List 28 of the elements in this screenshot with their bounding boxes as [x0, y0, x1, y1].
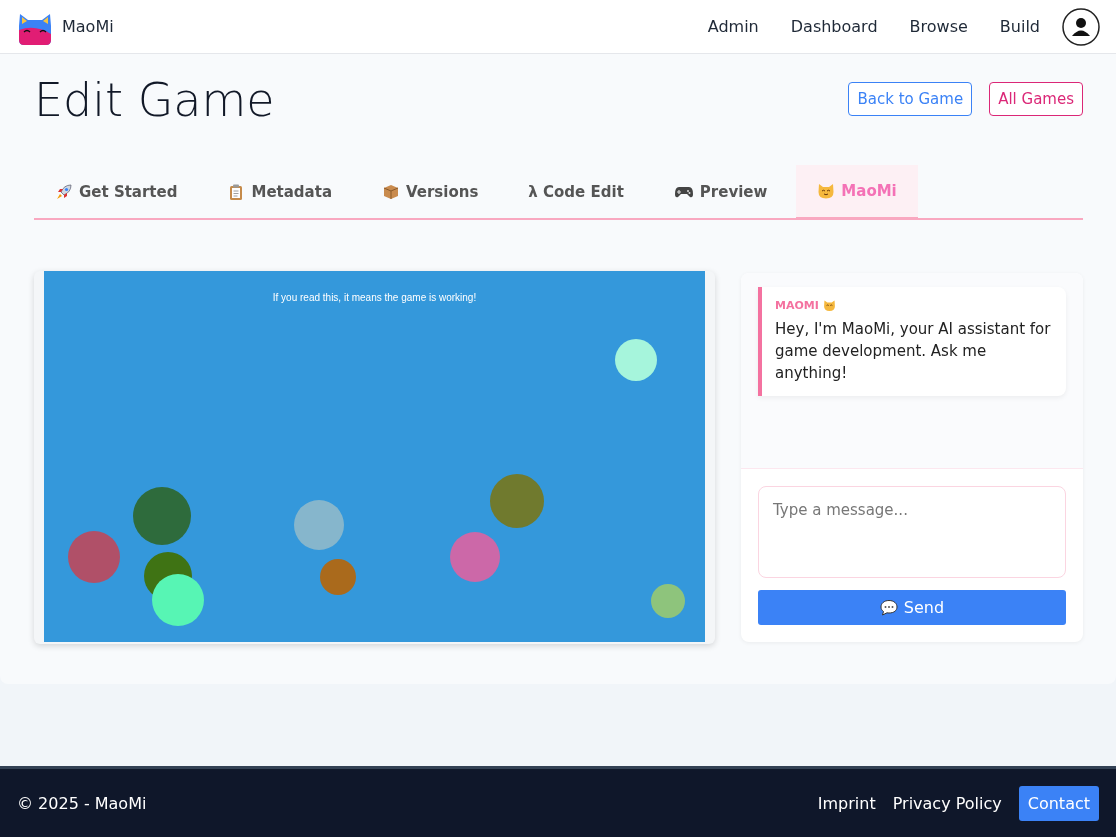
cat-face-icon [817, 182, 836, 200]
nav-link[interactable]: Build [999, 17, 1040, 36]
tab[interactable]: Versions [361, 165, 500, 218]
message-input[interactable]: Type a message... [758, 486, 1066, 578]
rocket-icon [55, 182, 73, 201]
game-message: If you read this, it means the game is working! [271, 292, 478, 303]
package-icon [382, 182, 400, 201]
user-avatar-icon[interactable] [1062, 7, 1100, 46]
tab[interactable]: λ Code Edit [507, 165, 645, 218]
contact-button[interactable]: Contact [1018, 785, 1099, 821]
footer-link[interactable]: Imprint [817, 793, 876, 813]
nav-link[interactable]: Admin [707, 17, 759, 36]
page-title: Edit Game [34, 73, 275, 127]
send-button[interactable]: Send [758, 590, 1066, 625]
tab[interactable]: Preview [652, 165, 789, 218]
cat-face-icon [822, 299, 836, 312]
page-action-button[interactable]: All Games [989, 82, 1083, 116]
message-text: Hey, I'm MaoMi, your AI assistant for game development. Ask me anything! [775, 319, 1052, 384]
tab[interactable]: Get Started [34, 165, 199, 218]
message-sender: MAOMI [775, 299, 819, 312]
speech-bubble-icon [879, 599, 898, 616]
brand-name[interactable]: MaoMi [62, 17, 114, 36]
nav-link[interactable]: Browse [909, 17, 968, 36]
page-action-button[interactable]: Back to Game [848, 82, 973, 116]
copyright-text: © 2025 - MaoMi [17, 793, 147, 813]
nav-link[interactable]: Dashboard [790, 17, 878, 36]
tab[interactable]: Metadata [206, 165, 353, 218]
footer-link[interactable]: Privacy Policy [892, 793, 1002, 813]
